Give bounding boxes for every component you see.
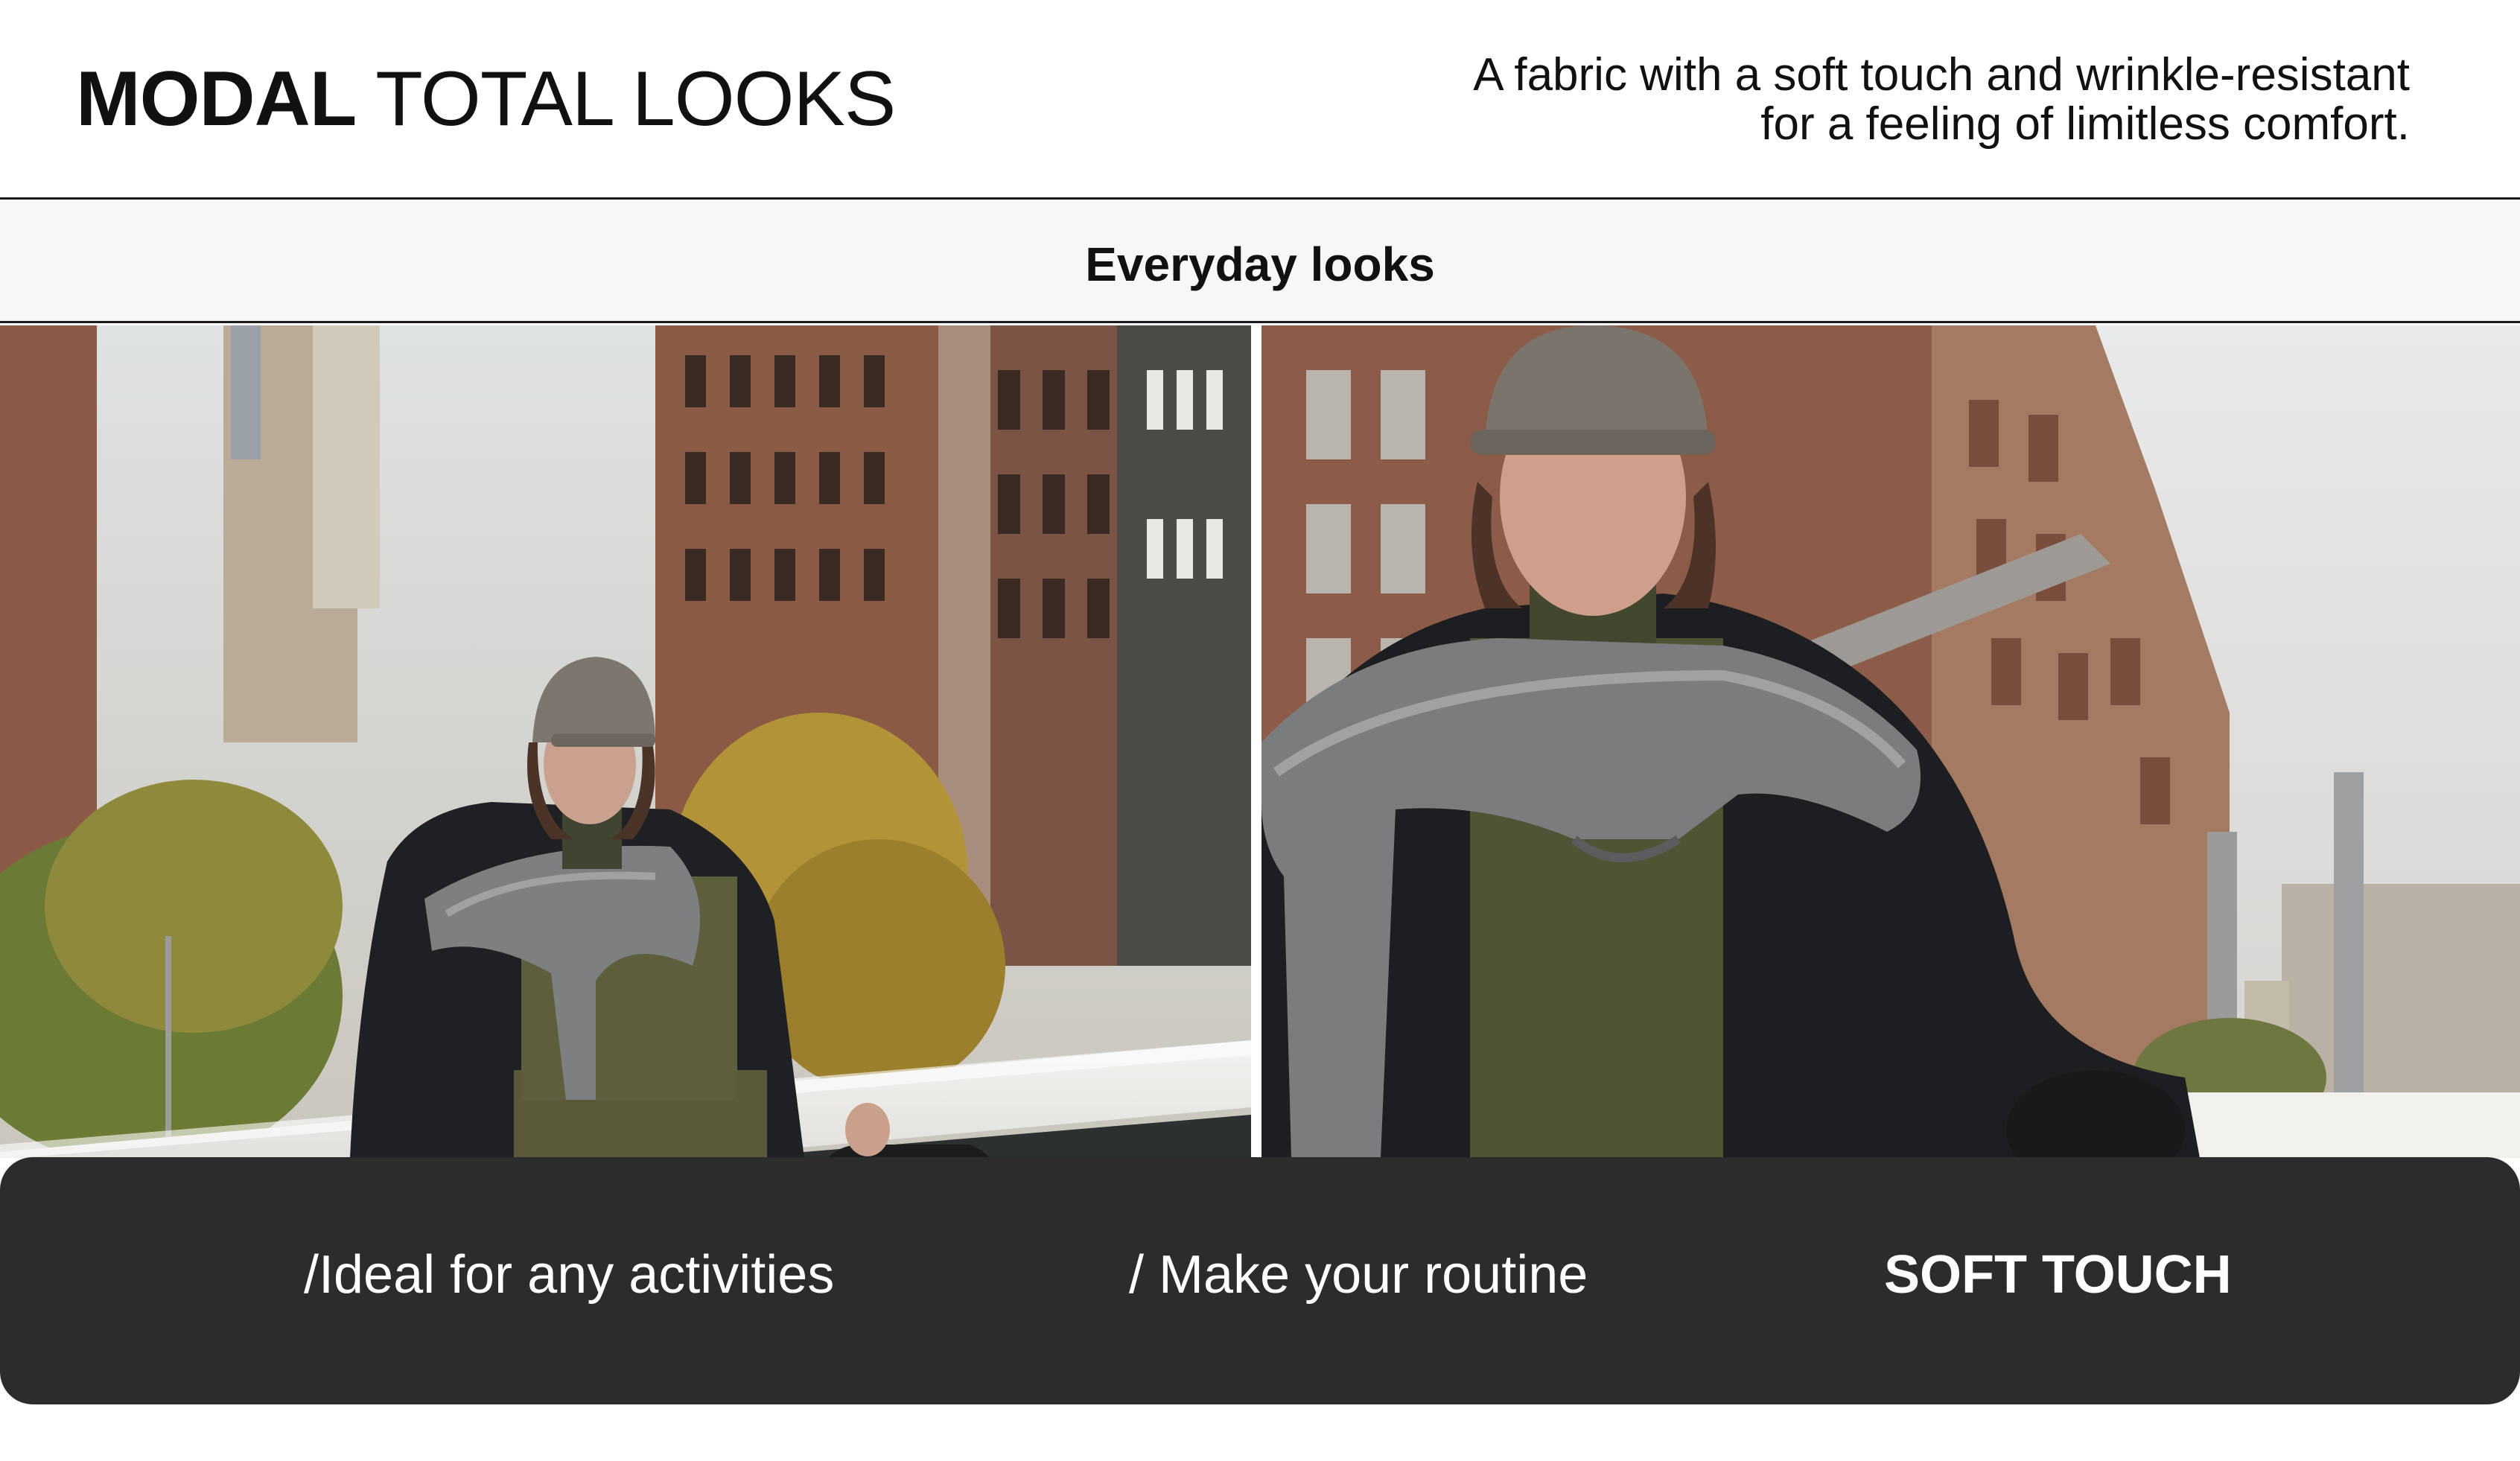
header: MODAL TOTAL LOOKS A fabric with a soft t… [0,0,2520,197]
photo-strip [0,325,2520,1158]
page: MODAL TOTAL LOOKS A fabric with a soft t… [0,0,2520,1461]
page-title-light: TOTAL LOOKS [375,56,896,142]
photo-divider [1251,325,1261,1158]
page-title: MODAL TOTAL LOOKS [76,56,896,142]
page-title-strong: MODAL [76,56,357,142]
section-title: Everyday looks [1085,238,1435,291]
tagline: A fabric with a soft touch and wrinkle-r… [1218,51,2410,149]
look-photo-right[interactable] [1261,325,2520,1158]
feature-item-activities: /Ideal for any activities [304,1245,835,1305]
feature-item-routine: / Make your routine [1129,1245,1588,1305]
look-photo-right-image [1261,325,2520,1158]
feature-item-soft-touch: SOFT TOUCH [1884,1245,2232,1305]
look-photo-left-image [0,325,1251,1158]
section-bar: Everyday looks [0,200,2520,323]
look-photo-left[interactable] [0,325,1251,1158]
tagline-line-1: A fabric with a soft touch and wrinkle-r… [1473,49,2410,101]
tagline-line-2: for a feeling of limitless comfort. [1760,98,2410,150]
feature-bar: /Ideal for any activities / Make your ro… [0,1157,2520,1404]
